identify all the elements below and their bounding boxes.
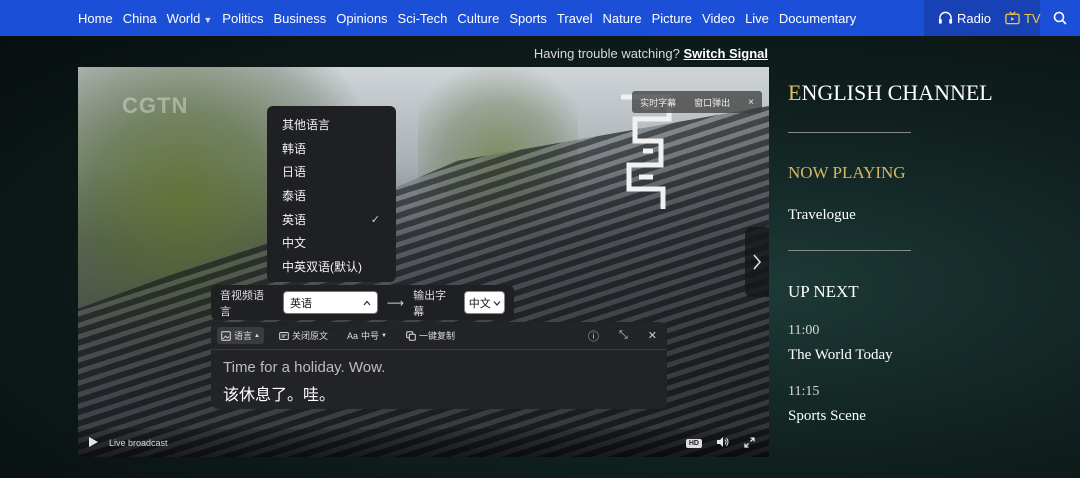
- close-icon[interactable]: ✕: [648, 329, 657, 342]
- nav-video[interactable]: Video: [702, 11, 735, 26]
- channel-title-initial: E: [788, 80, 802, 105]
- nav-picture[interactable]: Picture: [652, 11, 692, 26]
- up-next-heading: UP NEXT: [788, 282, 859, 301]
- language-option-label: 中文: [282, 236, 307, 251]
- chevron-down-icon: [493, 300, 501, 306]
- check-icon: ✓: [370, 213, 380, 226]
- language-menu: 其他语言 韩语 日语 泰语 英语 ✓ 中文 中英双语(默认): [267, 106, 396, 282]
- subtitle-panel-toolbar: 语言 ▲ 关闭原文 Aa 中号 ▼ 一键复制 ⓘ ⤡ ✕: [211, 322, 667, 350]
- nav-business[interactable]: Business: [273, 11, 326, 26]
- divider: [788, 132, 911, 133]
- schedule-time: 11:00: [788, 323, 820, 338]
- schedule-title[interactable]: The World Today: [788, 347, 893, 364]
- close-original-button[interactable]: 关闭原文: [279, 329, 328, 342]
- caret-up-icon: ▲: [254, 332, 260, 339]
- chevron-down-icon: ▼: [203, 14, 213, 25]
- cgtn-watermark: CGTN: [122, 93, 189, 118]
- schedule-title[interactable]: Sports Scene: [788, 408, 866, 425]
- language-option-thai[interactable]: 泰语: [267, 184, 396, 208]
- output-language-select[interactable]: 中文: [464, 291, 505, 314]
- language-option-label: 韩语: [282, 141, 307, 156]
- font-size-label: 中号: [361, 331, 380, 341]
- language-tool-button[interactable]: 语言 ▲: [217, 327, 264, 344]
- signal-notice-text: Having trouble watching?: [533, 46, 680, 61]
- nav-live[interactable]: Live: [745, 11, 769, 26]
- nav-home[interactable]: Home: [78, 11, 113, 26]
- nav-china[interactable]: China: [123, 11, 157, 26]
- font-size-icon: Aa: [346, 330, 358, 341]
- channel-title: ENGLISH CHANNEL: [788, 80, 993, 106]
- nav-opinions[interactable]: Opinions: [336, 11, 387, 26]
- volume-icon[interactable]: [716, 436, 730, 450]
- player-controls: Live broadcast HD: [78, 429, 769, 457]
- info-icon[interactable]: ⓘ: [588, 328, 599, 344]
- video-player[interactable]: CGTN 实时字幕 窗口弹出 × 其他语言 韩语 日语 泰语 英语 ✓ 中文 中英…: [78, 67, 769, 457]
- language-tool-label: 语言: [234, 331, 253, 341]
- subtitle-panel: 语言 ▲ 关闭原文 Aa 中号 ▼ 一键复制 ⓘ ⤡ ✕ Time for a …: [211, 322, 667, 409]
- language-option-label: 英语: [282, 212, 307, 227]
- arrow-right-icon: ⟶: [386, 295, 405, 310]
- subtitle-original-text: Time for a holiday. Wow.: [223, 359, 386, 376]
- fullscreen-icon[interactable]: [744, 436, 755, 450]
- nav-travel[interactable]: Travel: [557, 11, 593, 26]
- nav-world-label: World: [166, 10, 201, 26]
- language-option-other[interactable]: 其他语言: [267, 113, 396, 137]
- source-language-label: 音视频语言: [220, 289, 264, 318]
- chevron-up-icon: [363, 300, 371, 305]
- copy-label: 一键复制: [418, 331, 455, 341]
- next-arrow-button[interactable]: [745, 227, 769, 297]
- divider: [788, 250, 911, 251]
- nav-culture[interactable]: Culture: [457, 11, 499, 26]
- signal-notice: Having trouble watching? Switch Signal: [534, 46, 768, 61]
- copy-icon: [406, 330, 416, 341]
- language-option-label: 泰语: [282, 189, 307, 204]
- language-option-label: 其他语言: [282, 118, 331, 133]
- language-option-korean[interactable]: 韩语: [267, 137, 396, 161]
- hd-quality-button[interactable]: HD: [685, 438, 702, 448]
- language-option-japanese[interactable]: 日语: [267, 160, 396, 184]
- realtime-subtitles-button[interactable]: 实时字幕: [640, 96, 676, 109]
- popout-window-button[interactable]: 窗口弹出: [694, 96, 730, 109]
- language-option-label: 中英双语(默认): [282, 259, 362, 274]
- subtitle-icon: [279, 331, 289, 340]
- subtitle-toolbar: 实时字幕 窗口弹出 ×: [632, 91, 762, 113]
- live-broadcast-status: Live broadcast: [109, 438, 168, 448]
- nav-nature[interactable]: Nature: [603, 11, 642, 26]
- channel-title-rest: NGLISH CHANNEL: [801, 80, 993, 105]
- chevron-right-icon: [753, 254, 762, 270]
- now-playing-title[interactable]: Travelogue: [788, 207, 856, 224]
- nav-world[interactable]: World ▼: [167, 11, 213, 26]
- nav-sci-tech[interactable]: Sci-Tech: [398, 11, 448, 26]
- language-option-bilingual[interactable]: 中英双语(默认): [267, 255, 396, 279]
- source-language-value: 英语: [289, 297, 312, 310]
- nav-items: Home China World ▼ Politics Business Opin…: [0, 0, 866, 36]
- player-controls-right: HD: [685, 436, 759, 450]
- language-option-chinese[interactable]: 中文: [267, 231, 396, 255]
- caret-down-icon: ▼: [381, 332, 387, 339]
- source-language-select[interactable]: 英语: [282, 291, 378, 314]
- now-playing-heading: NOW PLAYING: [788, 163, 906, 182]
- nav-sports[interactable]: Sports: [509, 11, 547, 26]
- image-icon: [221, 330, 231, 341]
- language-bar: 音视频语言 英语 ⟶ 输出字幕 中文: [211, 285, 514, 320]
- close-icon[interactable]: ×: [748, 97, 754, 108]
- copy-button[interactable]: 一键复制: [406, 329, 455, 342]
- play-icon[interactable]: [88, 436, 99, 450]
- subtitle-translated-text: 该休息了。哇。: [223, 387, 336, 404]
- language-option-english[interactable]: 英语 ✓: [267, 207, 396, 231]
- output-subtitle-label: 输出字幕: [413, 289, 447, 318]
- font-size-button[interactable]: Aa 中号 ▼: [347, 329, 387, 342]
- close-original-label: 关闭原文: [291, 331, 328, 341]
- nav-politics[interactable]: Politics: [222, 11, 263, 26]
- switch-signal-link[interactable]: Switch Signal: [683, 46, 768, 61]
- output-language-value: 中文: [468, 297, 491, 310]
- schedule-panel: ENGLISH CHANNEL NOW PLAYING Travelogue U…: [788, 0, 1078, 478]
- subtitle-panel-icons: ⓘ ⤡ ✕: [568, 328, 657, 344]
- collapse-icon[interactable]: ⤡: [619, 329, 628, 342]
- schedule-time: 11:15: [788, 384, 820, 399]
- language-option-label: 日语: [282, 165, 307, 180]
